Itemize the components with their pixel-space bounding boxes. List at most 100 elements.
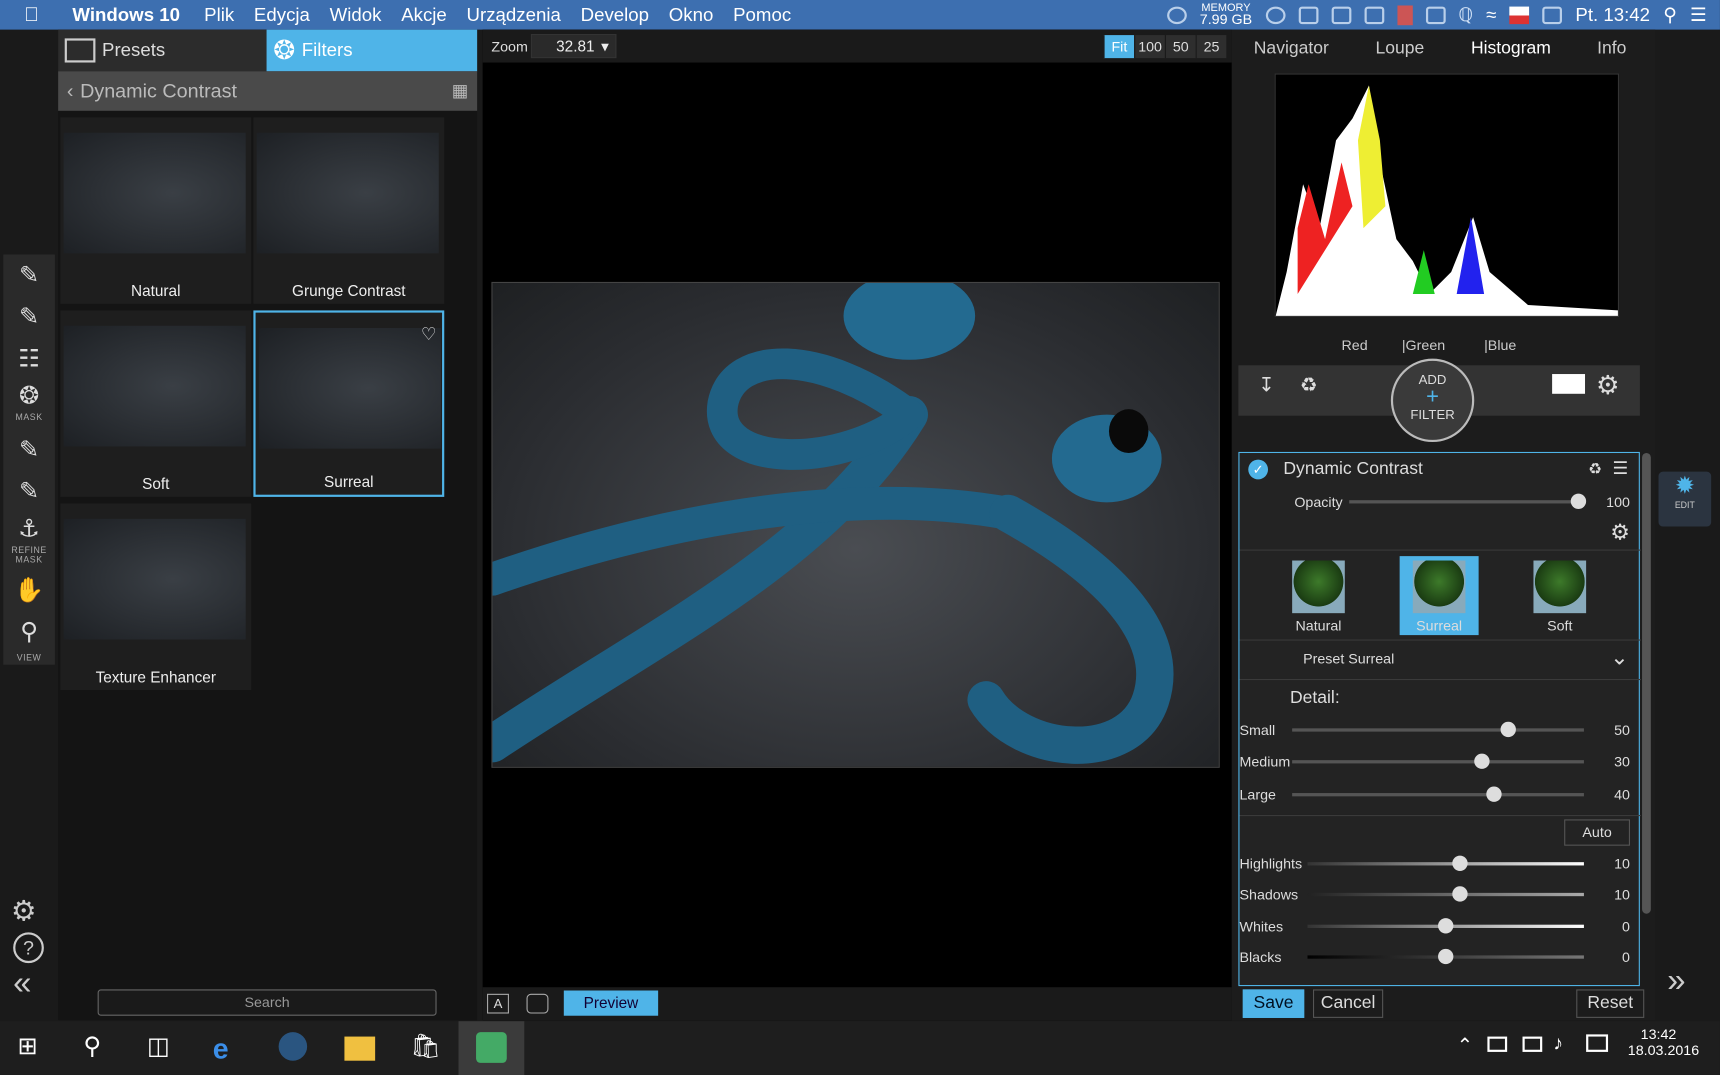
store-icon[interactable]: 🛍 [410, 1032, 441, 1063]
cancel-button[interactable]: Cancel [1312, 989, 1384, 1018]
add-filter-button[interactable]: ADD + FILTER [1390, 358, 1475, 443]
settings-gear-icon[interactable]: ⚙ [11, 894, 37, 928]
wifi-icon[interactable]: ≈ [1486, 4, 1496, 26]
notification-center-icon[interactable]: ☰ [1690, 4, 1707, 26]
delete-filter-icon[interactable]: ♻ [1588, 460, 1602, 479]
apple-icon[interactable]:  [24, 3, 39, 26]
gear-icon[interactable]: ⚙ [1610, 519, 1630, 546]
tray-battery-icon[interactable] [1487, 1036, 1508, 1052]
zoom-100-button[interactable]: 100 [1134, 35, 1165, 59]
tab-presets[interactable]: Presets [58, 29, 267, 72]
small-slider-knob[interactable] [1500, 721, 1516, 738]
trash-icon[interactable]: ♻ [1300, 374, 1318, 397]
breadcrumb[interactable]: ‹ Dynamic Contrast ▦ [58, 71, 478, 111]
shadows-slider-track[interactable] [1307, 892, 1584, 897]
preset-surreal[interactable]: ♡ Surreal [253, 310, 445, 497]
search-icon[interactable]: ⚲ [83, 1032, 114, 1063]
tray-keyboard-icon[interactable] [1586, 1034, 1609, 1052]
lasso-icon[interactable]: ❂ [3, 380, 55, 413]
brush-icon[interactable]: ✎ [3, 254, 55, 296]
zoom-icon[interactable]: ⚲ [3, 611, 55, 653]
preset-soft[interactable]: Soft [60, 310, 252, 497]
menu-widok[interactable]: Widok [330, 4, 382, 26]
taskbar-clock[interactable]: 13:42 18.03.2016 [1628, 1026, 1699, 1059]
save-preset-icon[interactable]: ↧ [1258, 374, 1275, 397]
chevron-down-icon[interactable]: ⌄ [1610, 644, 1628, 671]
creative-cloud-icon[interactable] [1166, 6, 1187, 24]
mask-view-icon[interactable] [526, 993, 549, 1014]
refine-brush-icon[interactable]: ✎ [3, 429, 55, 471]
gear-icon[interactable]: ⚙ [1596, 370, 1620, 402]
blacks-slider-knob[interactable] [1438, 948, 1454, 965]
parallels-icon[interactable] [1396, 4, 1413, 25]
edge-icon[interactable]: e [213, 1032, 244, 1065]
tab-info[interactable]: Info [1597, 30, 1626, 69]
zoom-50-button[interactable]: 50 [1164, 35, 1196, 59]
preview-button[interactable]: Preview [563, 990, 659, 1016]
before-after-button[interactable]: A [487, 993, 509, 1014]
auto-button[interactable]: Auto [1564, 819, 1630, 846]
brush-minus-icon[interactable]: ✎ [3, 296, 55, 338]
style-natural[interactable]: Natural [1286, 556, 1352, 634]
grid-view-icon[interactable]: ▦ [452, 80, 469, 102]
mask-swatch[interactable] [1552, 374, 1586, 394]
large-slider-track[interactable] [1292, 793, 1584, 797]
large-slider-knob[interactable] [1485, 786, 1502, 802]
menu-develop[interactable]: Develop [581, 4, 649, 26]
main-photo[interactable] [491, 281, 1220, 768]
channel-red[interactable]: Red [1342, 337, 1368, 353]
tab-filters[interactable]: ❂ Filters [266, 29, 478, 72]
whites-slider-knob[interactable] [1438, 918, 1454, 934]
menu-edycja[interactable]: Edycja [254, 4, 310, 26]
medium-slider-track[interactable] [1292, 760, 1584, 764]
cloud-icon[interactable] [1363, 6, 1384, 24]
chevron-left-icon[interactable]: ‹ [67, 80, 74, 103]
collapse-left-icon[interactable]: « [13, 965, 31, 1002]
channel-blue[interactable]: |Blue [1484, 337, 1516, 353]
tab-navigator[interactable]: Navigator [1254, 30, 1329, 69]
fx-edit-button[interactable]: ✹ EDIT [1658, 471, 1712, 527]
zoom-fit-button[interactable]: Fit [1103, 35, 1135, 59]
menubar-clock[interactable]: Pt. 13:42 [1575, 4, 1650, 26]
collapse-right-icon[interactable]: » [1667, 963, 1685, 1000]
chevron-down-icon[interactable]: ▾ [601, 35, 609, 57]
tray-network-icon[interactable] [1522, 1036, 1543, 1052]
battery-icon[interactable] [1542, 6, 1563, 24]
menu-plik[interactable]: Plik [204, 4, 234, 26]
search-input[interactable]: Search [97, 989, 437, 1016]
preset-natural[interactable]: Natural [60, 117, 252, 304]
tab-loupe[interactable]: Loupe [1376, 30, 1425, 69]
menu-icon[interactable]: ☰ [1612, 457, 1628, 479]
spotlight-icon[interactable]: ⚲ [1663, 4, 1677, 26]
channel-green[interactable]: |Green [1402, 337, 1445, 353]
steam-icon[interactable] [278, 1032, 308, 1061]
bluetooth-icon[interactable]: ℚ [1458, 4, 1473, 26]
highlights-slider-track[interactable] [1307, 862, 1584, 866]
preset-texture-enhancer[interactable]: Texture Enhancer [60, 503, 252, 690]
help-icon[interactable]: ? [13, 932, 44, 964]
gradient-icon[interactable]: ☷ [3, 338, 55, 380]
memory-indicator[interactable]: MEMORY 7.99 GB [1200, 2, 1252, 27]
hand-icon[interactable]: ✋ [3, 569, 55, 611]
refine-brush-minus-icon[interactable]: ✎ [3, 471, 55, 513]
task-view-icon[interactable]: ◫ [147, 1032, 178, 1063]
medium-slider-knob[interactable] [1474, 753, 1490, 769]
zoom-25-button[interactable]: 25 [1195, 35, 1227, 59]
menu-pomoc[interactable]: Pomoc [733, 4, 791, 26]
windows-start-icon[interactable]: ⊞ [18, 1032, 49, 1063]
shadows-slider-knob[interactable] [1451, 886, 1468, 902]
menu-akcje[interactable]: Akcje [401, 4, 447, 26]
tray-volume-icon[interactable]: ♪ [1553, 1032, 1563, 1055]
file-explorer-icon[interactable] [344, 1036, 376, 1061]
menu-okno[interactable]: Okno [669, 4, 714, 26]
tab-histogram[interactable]: Histogram [1471, 30, 1551, 69]
opacity-knob[interactable] [1570, 493, 1587, 509]
enable-check-icon[interactable]: ✓ [1248, 459, 1269, 480]
small-slider-track[interactable] [1292, 728, 1584, 732]
upload-icon[interactable] [1331, 6, 1351, 24]
chisel-icon[interactable]: ⚓ [3, 512, 55, 545]
menu-urzadzenia[interactable]: Urządzenia [467, 4, 561, 26]
sync-icon[interactable] [1265, 6, 1286, 24]
menu-app-name[interactable]: Windows 10 [72, 4, 180, 26]
reset-button[interactable]: Reset [1576, 989, 1645, 1018]
